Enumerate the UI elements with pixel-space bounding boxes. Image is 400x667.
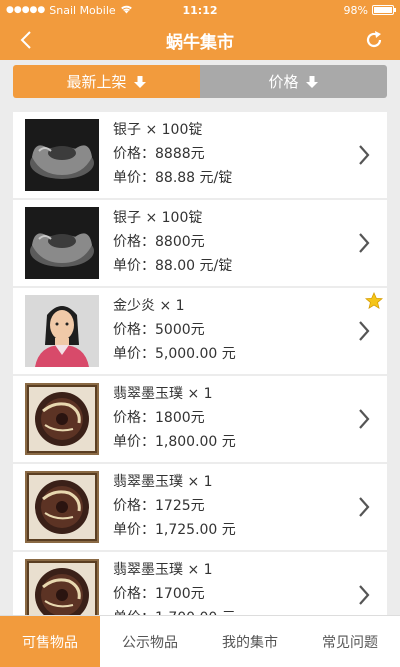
item-name: 金少炎 × 1 xyxy=(113,298,185,314)
sort-tab-label: 价格 xyxy=(268,73,299,91)
item-price: 价格：1700元 xyxy=(113,586,205,602)
clock: 11:12 xyxy=(182,3,218,17)
chevron-right-icon xyxy=(359,321,370,341)
refresh-icon xyxy=(366,31,382,48)
list-item[interactable]: 金少炎 × 1 价格：5000元 单价：5,000.00 元 xyxy=(13,288,387,374)
item-unit-price: 单价：1,725.00 元 xyxy=(113,522,236,538)
item-name: 银子 × 100锭 xyxy=(113,210,203,226)
wifi-icon xyxy=(120,4,133,17)
item-name: 翡翠墨玉璞 × 1 xyxy=(113,474,213,490)
item-price: 价格：5000元 xyxy=(113,322,205,338)
jade-stone-image xyxy=(25,559,99,615)
item-price: 价格：8888元 xyxy=(113,146,205,162)
back-button[interactable] xyxy=(14,28,38,52)
tab-announced[interactable]: 公示物品 xyxy=(100,616,200,667)
silver-ingot-image xyxy=(25,119,99,191)
chevron-right-icon xyxy=(359,145,370,165)
page-title: 蜗牛集市 xyxy=(166,32,234,53)
refresh-button[interactable] xyxy=(362,28,386,52)
sort-tab-label: 最新上架 xyxy=(66,73,127,91)
jade-stone-image xyxy=(25,471,99,543)
item-unit-price: 单价：88.88 元/锭 xyxy=(113,170,233,186)
tab-my-market[interactable]: 我的集市 xyxy=(200,616,300,667)
star-icon xyxy=(365,292,383,309)
item-unit-price: 单价：88.00 元/锭 xyxy=(113,258,233,274)
carrier-label: Snail Mobile xyxy=(49,3,116,17)
item-list[interactable]: 银子 × 100锭 价格：8888元 单价：88.88 元/锭 银子 × 100… xyxy=(13,112,387,615)
battery-icon xyxy=(371,5,396,15)
item-unit-price: 单价：1,800.00 元 xyxy=(113,434,236,450)
tab-for-sale[interactable]: 可售物品 xyxy=(0,616,100,667)
arrow-down-icon xyxy=(133,75,146,88)
list-item[interactable]: 银子 × 100锭 价格：8888元 单价：88.88 元/锭 xyxy=(13,112,387,198)
sort-tab-newest[interactable]: 最新上架 xyxy=(13,65,200,98)
chevron-right-icon xyxy=(359,233,370,253)
list-item[interactable]: 翡翠墨玉璞 × 1 价格：1700元 单价：1,700.00 元 xyxy=(13,552,387,615)
item-price: 价格：1800元 xyxy=(113,410,205,426)
sort-tab-price[interactable]: 价格 xyxy=(200,65,387,98)
character-portrait-image xyxy=(25,295,99,367)
item-unit-price: 单价：1,700.00 元 xyxy=(113,606,236,615)
bottom-tab-bar: 可售物品 公示物品 我的集市 常见问题 xyxy=(0,615,400,667)
list-item[interactable]: 银子 × 100锭 价格：8800元 单价：88.00 元/锭 xyxy=(13,200,387,286)
item-unit-price: 单价：5,000.00 元 xyxy=(113,346,236,362)
tab-faq[interactable]: 常见问题 xyxy=(300,616,400,667)
signal-icon: ●●●●● xyxy=(6,5,46,15)
sort-bar: 最新上架 价格 xyxy=(0,60,400,108)
item-name: 翡翠墨玉璞 × 1 xyxy=(113,386,213,402)
chevron-left-icon xyxy=(20,31,31,49)
battery-percent: 98% xyxy=(343,3,368,17)
arrow-down-icon xyxy=(305,75,318,88)
nav-bar: 蜗牛集市 xyxy=(0,20,400,60)
list-item[interactable]: 翡翠墨玉璞 × 1 价格：1800元 单价：1,800.00 元 xyxy=(13,376,387,462)
chevron-right-icon xyxy=(359,585,370,605)
chevron-right-icon xyxy=(359,497,370,517)
chevron-right-icon xyxy=(359,409,370,429)
sort-tabs: 最新上架 价格 xyxy=(13,65,387,98)
list-item[interactable]: 翡翠墨玉璞 × 1 价格：1725元 单价：1,725.00 元 xyxy=(13,464,387,550)
item-price: 价格：1725元 xyxy=(113,498,205,514)
jade-stone-image xyxy=(25,383,99,455)
item-name: 银子 × 100锭 xyxy=(113,122,203,138)
item-name: 翡翠墨玉璞 × 1 xyxy=(113,562,213,578)
status-bar: ●●●●● Snail Mobile 11:12 98% xyxy=(0,0,400,20)
item-price: 价格：8800元 xyxy=(113,234,205,250)
silver-ingot-image xyxy=(25,207,99,279)
